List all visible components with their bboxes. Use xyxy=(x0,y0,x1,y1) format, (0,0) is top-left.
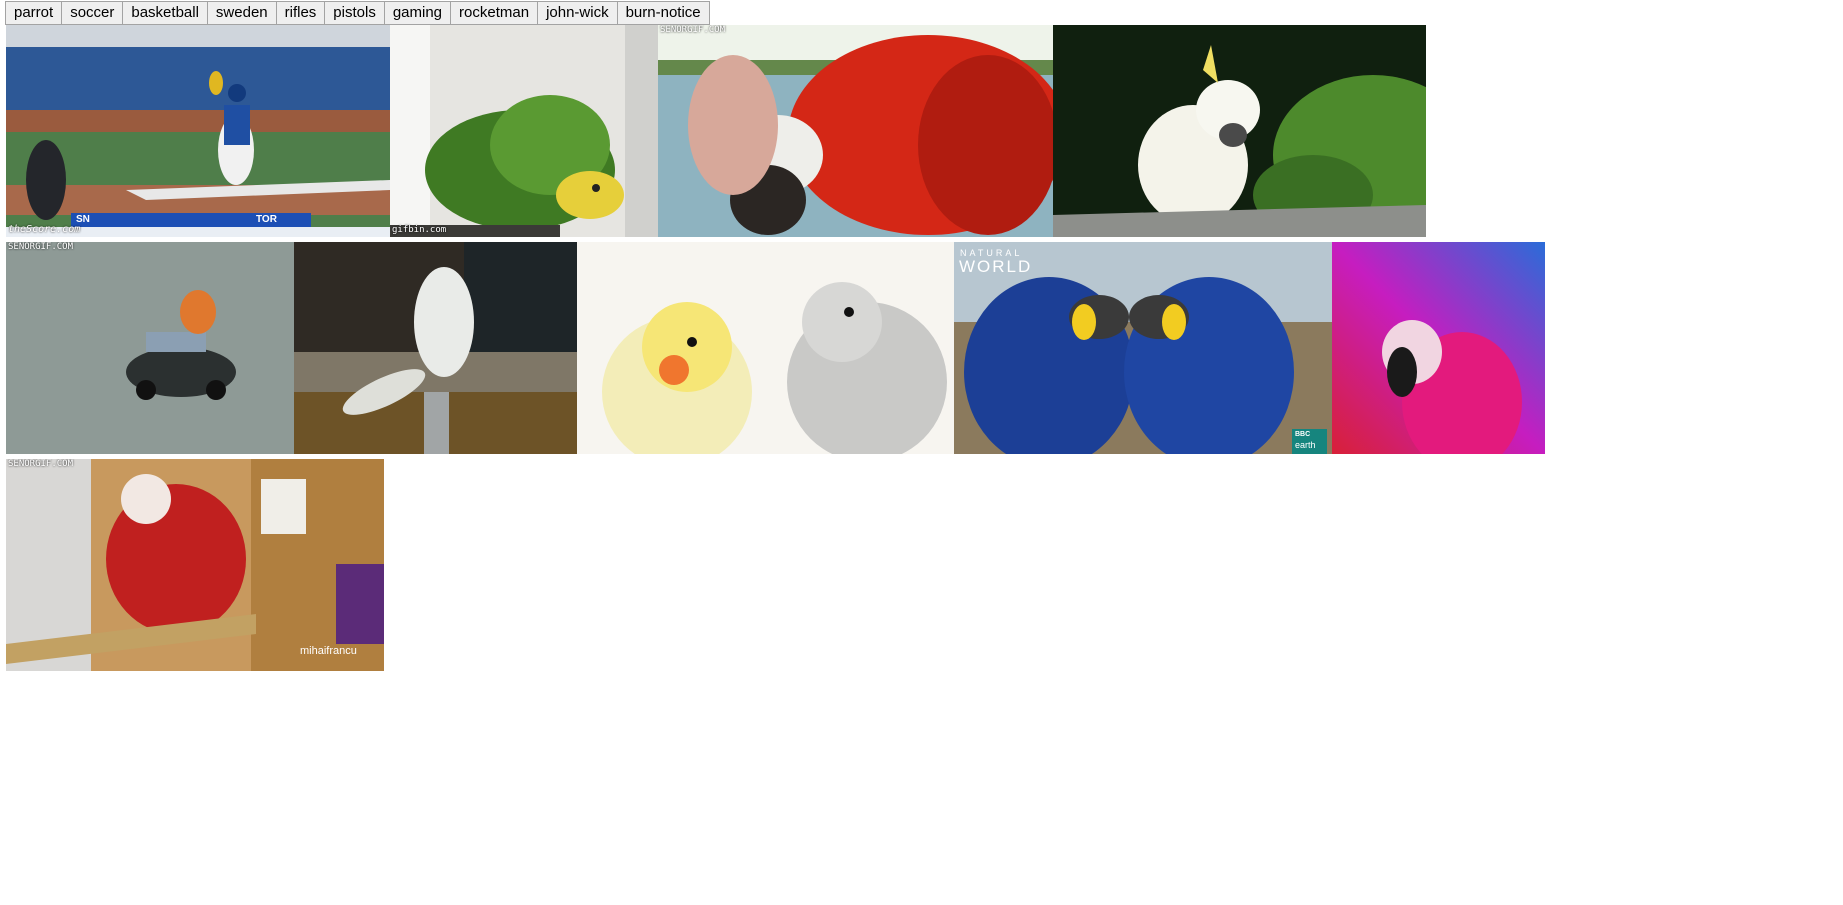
dancing-cockatoo-image xyxy=(294,242,577,454)
watermark: SENORGIF.COM xyxy=(8,242,74,252)
tab-basketball[interactable]: basketball xyxy=(122,1,207,25)
tab-rocketman[interactable]: rocketman xyxy=(450,1,538,25)
gif-cockatiels[interactable] xyxy=(577,242,954,454)
team-abbreviation: TOR xyxy=(256,214,277,225)
tab-parrot[interactable]: parrot xyxy=(5,1,62,25)
gif-dancing-cockatoo[interactable] xyxy=(294,242,577,454)
gif-parrot-on-toy-car[interactable]: SENORGIF.COM xyxy=(6,242,294,454)
tab-gaming[interactable]: gaming xyxy=(383,1,451,25)
bbc-badge-line-2: earth xyxy=(1295,440,1316,450)
tab-soccer[interactable]: soccer xyxy=(61,1,123,25)
tab-burn-notice[interactable]: burn-notice xyxy=(616,1,710,25)
watermark: gifbin.com xyxy=(392,225,447,235)
bbc-badge-line-1: BBC xyxy=(1295,431,1311,438)
watermark: SENORGIF.COM xyxy=(660,25,726,35)
cockatoo-image xyxy=(1053,25,1426,237)
gif-cockatoo[interactable] xyxy=(1053,25,1426,237)
credit-caption: mihaifrancu xyxy=(300,645,357,657)
cockatiels-image xyxy=(577,242,954,454)
tab-sweden[interactable]: sweden xyxy=(206,1,276,25)
classroom-macaw-image xyxy=(6,459,384,671)
scarlet-macaw-image xyxy=(658,25,1053,237)
parrot-car-image xyxy=(6,242,294,454)
watermark: SENORGIF.COM xyxy=(8,459,74,469)
gif-hyacinth-macaws[interactable]: NATURAL WORLD BBC earth xyxy=(954,242,1332,454)
gif-classroom-macaw[interactable]: SENORGIF.COM mihaifrancu xyxy=(6,459,384,671)
tab-john-wick[interactable]: john-wick xyxy=(537,1,617,25)
brand-line-2: WORLD xyxy=(959,257,1033,276)
tab-pistols[interactable]: pistols xyxy=(324,1,384,25)
tag-tab-bar: parrot soccer basketball sweden rifles p… xyxy=(5,1,710,25)
tab-rifles[interactable]: rifles xyxy=(275,1,325,25)
watermark: theScore.com xyxy=(8,224,81,235)
gif-baseball-parrot[interactable]: SN TOR theScore.com xyxy=(6,25,390,237)
baseball-parrot-image xyxy=(6,25,390,237)
gif-green-parrot[interactable]: gifbin.com xyxy=(390,25,658,237)
pink-macaw-image xyxy=(1332,242,1545,454)
gif-pink-macaw[interactable] xyxy=(1332,242,1545,454)
gif-scarlet-macaw[interactable]: SENORGIF.COM xyxy=(658,25,1053,237)
green-parrot-image xyxy=(390,25,658,237)
